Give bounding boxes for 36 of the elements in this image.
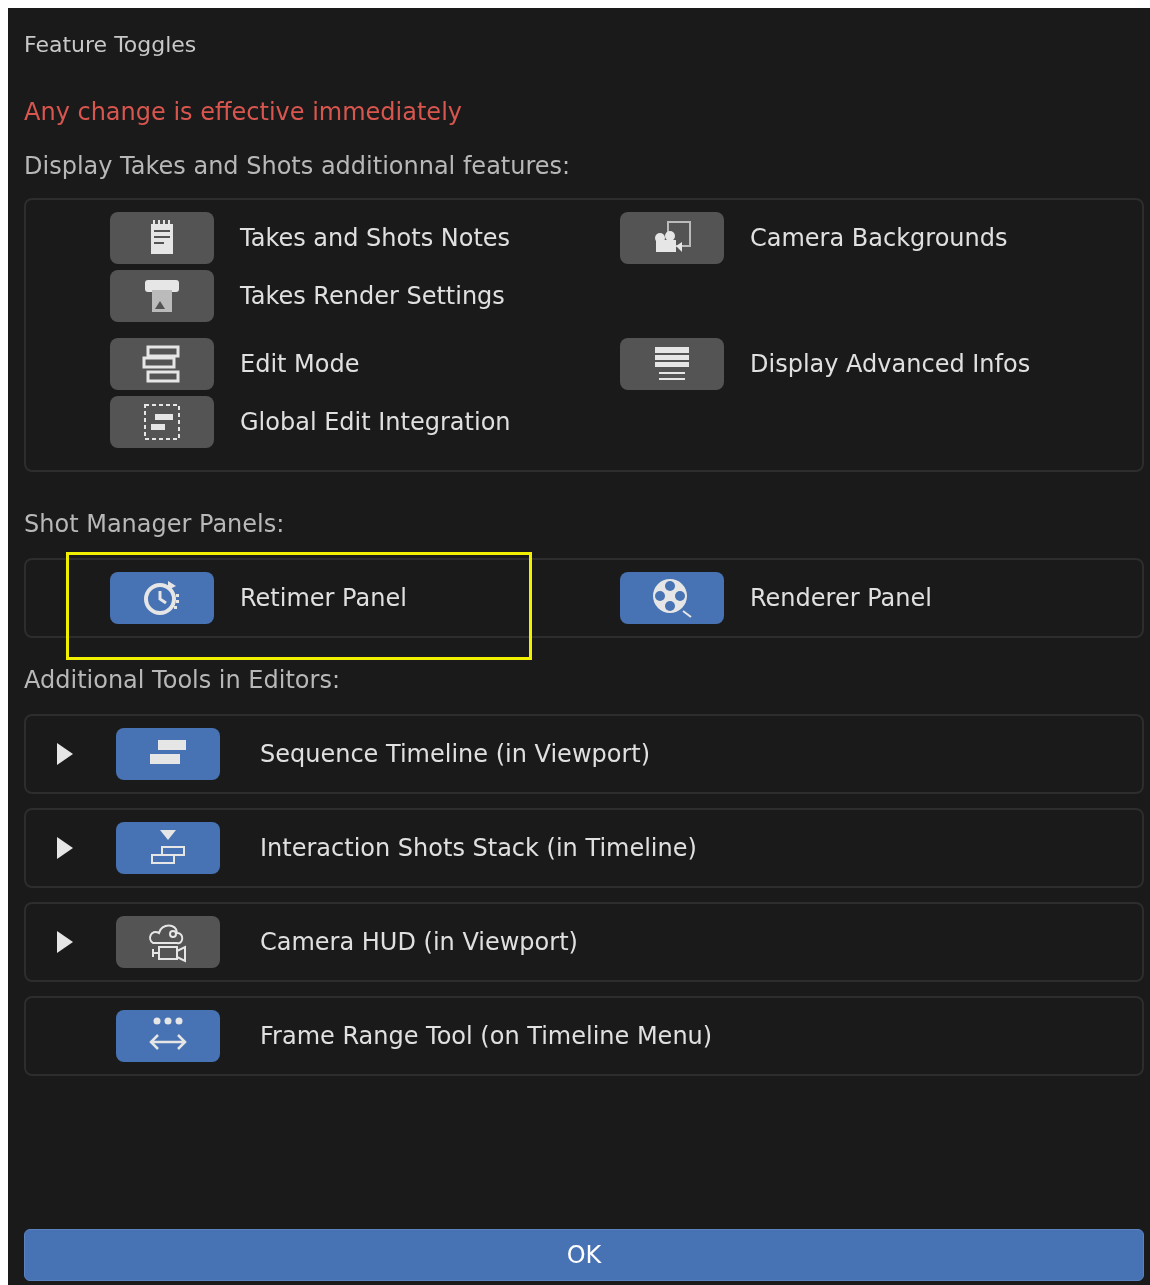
toggle-label: Global Edit Integration bbox=[240, 408, 511, 436]
section-heading: Additional Tools in Editors: bbox=[24, 666, 341, 696]
toggle-button[interactable] bbox=[110, 212, 214, 264]
toggle-button[interactable] bbox=[620, 572, 724, 624]
toggle-label: Takes and Shots Notes bbox=[240, 224, 511, 252]
toggle-button[interactable] bbox=[110, 338, 214, 390]
film-reel-icon bbox=[651, 577, 693, 619]
toggle-button[interactable] bbox=[116, 916, 220, 968]
text-lines-icon bbox=[653, 345, 691, 383]
ok-button[interactable]: OK bbox=[24, 1229, 1144, 1281]
tool-label: Frame Range Tool (on Timeline Menu) bbox=[260, 1022, 713, 1050]
toggle-label: Camera Backgrounds bbox=[750, 224, 1008, 252]
toggle-label: Renderer Panel bbox=[750, 584, 932, 612]
toggle-label: Display Advanced Infos bbox=[750, 350, 1031, 378]
toggle-button[interactable] bbox=[116, 1010, 220, 1062]
section-heading: Display Takes and Shots additionnal features: bbox=[24, 152, 572, 182]
toggle-button[interactable] bbox=[116, 728, 220, 780]
warning-text: Any change is effective immediately bbox=[24, 98, 463, 128]
section-heading: Shot Manager Panels: bbox=[24, 510, 286, 540]
toggle-button[interactable] bbox=[110, 572, 214, 624]
toggle-label: Retimer Panel bbox=[240, 584, 407, 612]
toggle-button[interactable] bbox=[620, 212, 724, 264]
toggle-button[interactable] bbox=[110, 270, 214, 322]
toggle-label: Takes Render Settings bbox=[240, 282, 505, 310]
stacked-bars-icon bbox=[142, 345, 182, 383]
dashed-frame-icon bbox=[143, 403, 181, 441]
toggle-label: Edit Mode bbox=[240, 350, 360, 378]
toggle-button[interactable] bbox=[116, 822, 220, 874]
dialog-title: Feature Toggles bbox=[24, 32, 198, 59]
tool-label: Interaction Shots Stack (in Timeline) bbox=[260, 834, 697, 862]
clock-icon bbox=[142, 578, 182, 618]
tool-label: Sequence Timeline (in Viewport) bbox=[260, 740, 651, 768]
tool-label: Camera HUD (in Viewport) bbox=[260, 928, 578, 956]
toggle-button[interactable] bbox=[110, 396, 214, 448]
toggle-button[interactable] bbox=[620, 338, 724, 390]
printer-icon bbox=[144, 278, 180, 314]
